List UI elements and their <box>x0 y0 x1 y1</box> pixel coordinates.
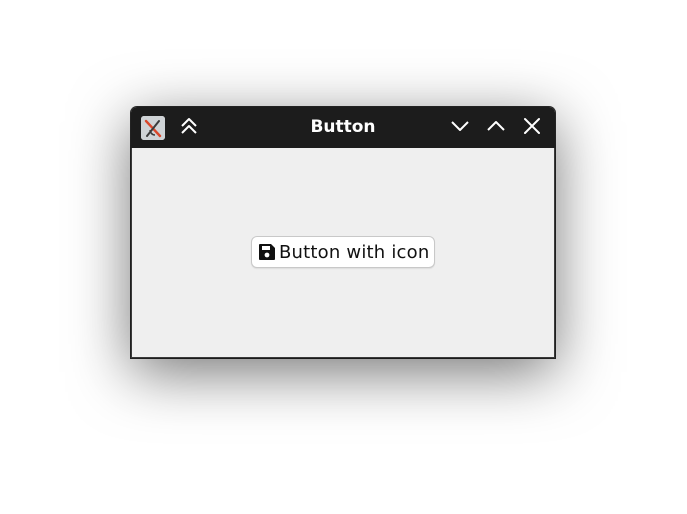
app-logo-icon[interactable] <box>141 116 165 140</box>
button-label: Button with icon <box>279 241 430 263</box>
chevron-down-icon <box>449 115 471 141</box>
app-window: Button Button with icon <box>131 107 555 358</box>
button-with-icon[interactable]: Button with icon <box>251 236 435 268</box>
floppy-disk-icon <box>258 243 276 261</box>
shade-button[interactable] <box>176 115 202 141</box>
chevron-up-icon <box>485 115 507 141</box>
minimize-button[interactable] <box>447 115 473 141</box>
close-icon <box>521 115 543 141</box>
title-bar[interactable]: Button <box>131 107 555 148</box>
maximize-button[interactable] <box>483 115 509 141</box>
window-content: Button with icon <box>131 148 555 358</box>
double-chevron-up-icon <box>178 115 200 141</box>
close-button[interactable] <box>519 115 545 141</box>
